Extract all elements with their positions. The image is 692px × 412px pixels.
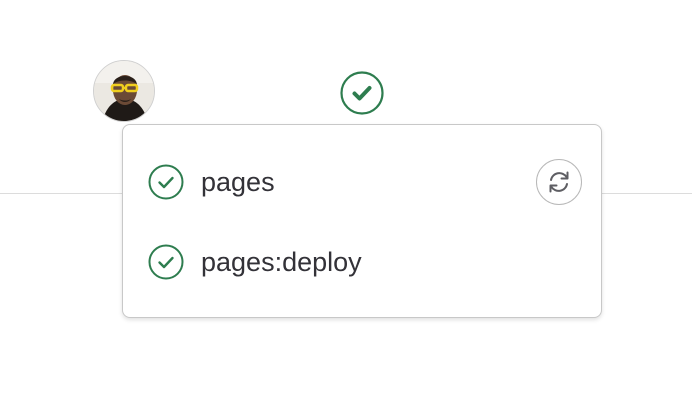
job-name: pages xyxy=(201,167,275,197)
job-item-pages[interactable]: pages xyxy=(123,142,601,222)
pipeline-mini-graph-view: pages pages:deploy xyxy=(0,0,692,412)
job-status xyxy=(148,164,184,200)
check-circle-icon xyxy=(148,164,184,200)
jobs-dropdown: pages pages:deploy xyxy=(122,124,602,318)
retry-job-button[interactable] xyxy=(536,159,582,205)
check-circle-icon xyxy=(148,244,184,280)
job-status xyxy=(148,244,184,280)
job-item-pages-deploy[interactable]: pages:deploy xyxy=(123,222,601,302)
check-circle-icon xyxy=(340,71,384,115)
pipeline-status-button[interactable] xyxy=(340,71,384,115)
author-avatar[interactable] xyxy=(93,60,155,122)
job-name: pages:deploy xyxy=(201,247,362,277)
retry-icon xyxy=(549,171,569,193)
avatar-photo xyxy=(94,61,154,121)
